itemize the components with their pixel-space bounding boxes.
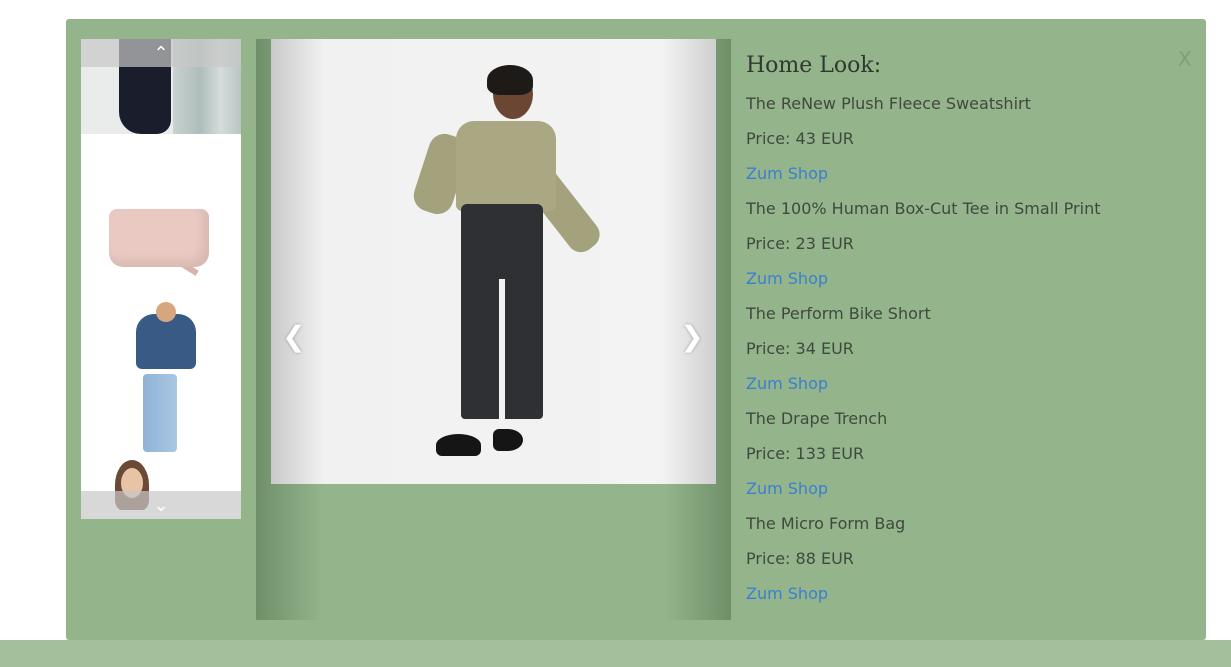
chevron-up-icon[interactable]: ⌃ (81, 39, 241, 67)
shop-link[interactable]: Zum Shop (746, 576, 1166, 611)
sweatshirt-image (136, 314, 196, 369)
main-product-photo (271, 39, 716, 484)
model-shoe-right (493, 429, 523, 451)
thumbnail-sweatshirt[interactable] (81, 294, 241, 454)
product-price: Price: 23 EUR (746, 234, 854, 253)
model-head-image (156, 302, 176, 322)
thumbnail-strip: ⌃ ⌄ (81, 39, 241, 519)
jeans-image (143, 374, 177, 452)
shop-link[interactable]: Zum Shop (746, 471, 1166, 506)
shop-link[interactable]: Zum Shop (746, 261, 1166, 296)
product-name: The Perform Bike Short (746, 304, 931, 323)
shop-link[interactable]: Zum Shop (746, 156, 1166, 191)
chevron-down-icon[interactable]: ⌄ (81, 491, 241, 519)
product-price: Price: 34 EUR (746, 339, 854, 358)
product-price: Price: 133 EUR (746, 444, 865, 463)
product-name: The Micro Form Bag (746, 514, 906, 533)
shop-link[interactable]: Zum Shop (746, 366, 1166, 401)
product-info-panel: Home Look: The ReNew Plush Fleece Sweats… (746, 53, 1166, 611)
bag-image (109, 209, 209, 267)
product-name: The ReNew Plush Fleece Sweatshirt (746, 94, 1031, 113)
product-name: The Drape Trench (746, 409, 888, 428)
product-price: Price: 88 EUR (746, 549, 854, 568)
chevron-right-icon[interactable]: ❯ (677, 320, 707, 353)
close-button[interactable]: X (1178, 47, 1192, 71)
main-image-stage: ❮ ❯ (256, 39, 731, 620)
model-shirt (456, 121, 556, 211)
look-title: Home Look: (746, 53, 882, 78)
model-leg-gap (499, 279, 505, 419)
chevron-left-icon[interactable]: ❮ (279, 320, 309, 353)
model-hair (487, 65, 533, 95)
page-footer-strip (0, 640, 1231, 667)
product-name: The 100% Human Box-Cut Tee in Small Prin… (746, 199, 1101, 218)
product-price: Price: 43 EUR (746, 129, 854, 148)
thumbnail-micro-form-bag[interactable] (81, 134, 241, 294)
look-modal: X ⌃ ⌄ ❮ ❯ Home Look: The ReNew Plush Fle… (66, 19, 1206, 640)
model-shoe-left (436, 434, 481, 456)
